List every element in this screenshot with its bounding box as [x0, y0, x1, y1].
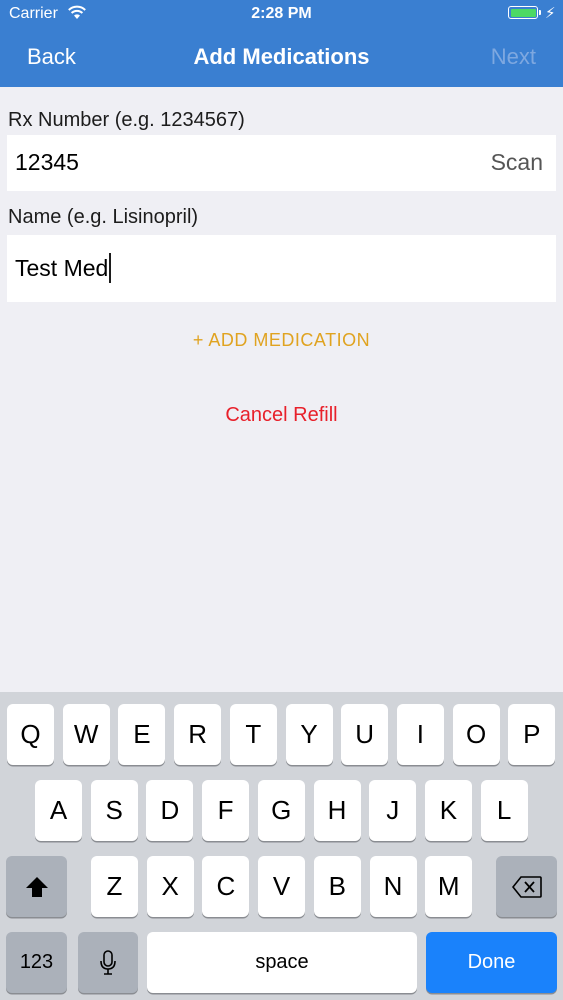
backspace-key[interactable]: [496, 856, 557, 917]
navigation-bar: Carrier 2:28 PM ⚡︎ Back Add Medications …: [0, 0, 563, 87]
key-s[interactable]: S: [90, 780, 138, 841]
delete-backward-icon: [511, 875, 542, 898]
key-b[interactable]: B: [313, 856, 361, 917]
name-value: Test Med: [15, 255, 109, 282]
charging-bolt-icon: ⚡︎: [545, 5, 556, 22]
key-u[interactable]: U: [341, 704, 389, 765]
key-q[interactable]: Q: [7, 704, 54, 765]
next-button[interactable]: Next: [491, 44, 536, 70]
key-d[interactable]: D: [146, 780, 194, 841]
key-x[interactable]: X: [146, 856, 194, 917]
key-z[interactable]: Z: [91, 856, 138, 917]
key-p[interactable]: P: [508, 704, 556, 765]
microphone-icon: [100, 949, 116, 975]
space-key[interactable]: space: [147, 932, 417, 993]
key-h[interactable]: H: [313, 780, 361, 841]
key-t[interactable]: T: [229, 704, 277, 765]
key-a[interactable]: A: [35, 780, 82, 841]
key-l[interactable]: L: [480, 780, 528, 841]
key-k[interactable]: K: [424, 780, 472, 841]
keyboard: QWERTYUIOP ASDFGHJKL ZXCVBNM 123 space D…: [0, 692, 563, 1000]
key-n[interactable]: N: [369, 856, 417, 917]
rx-number-field[interactable]: 12345 Scan: [7, 135, 556, 191]
battery-icon: [508, 6, 541, 19]
shift-key[interactable]: [6, 856, 67, 917]
done-key[interactable]: Done: [426, 932, 557, 993]
key-y[interactable]: Y: [285, 704, 333, 765]
key-w[interactable]: W: [62, 704, 110, 765]
numbers-key[interactable]: 123: [6, 932, 67, 993]
name-label: Name (e.g. Lisinopril): [8, 206, 199, 228]
key-j[interactable]: J: [369, 780, 417, 841]
key-m[interactable]: M: [425, 856, 473, 917]
shift-icon: [25, 876, 48, 897]
rx-number-label: Rx Number (e.g. 1234567): [8, 109, 245, 131]
clock: 2:28 PM: [251, 5, 312, 22]
key-i[interactable]: I: [396, 704, 444, 765]
page-title: Add Medications: [193, 44, 370, 69]
key-c[interactable]: C: [202, 856, 250, 917]
name-field[interactable]: Test Med: [7, 235, 556, 302]
key-g[interactable]: G: [257, 780, 305, 841]
rx-number-value: 12345: [15, 149, 79, 175]
key-o[interactable]: O: [452, 704, 500, 765]
scan-button[interactable]: Scan: [491, 149, 543, 176]
add-medication-button[interactable]: + ADD MEDICATION: [0, 330, 563, 351]
key-v[interactable]: V: [258, 856, 306, 917]
status-bar: Carrier 2:28 PM ⚡︎: [0, 0, 563, 28]
dictation-key[interactable]: [78, 932, 138, 993]
cancel-refill-button[interactable]: Cancel Refill: [0, 404, 563, 427]
key-f[interactable]: F: [202, 780, 250, 841]
text-cursor: [109, 253, 112, 283]
key-e[interactable]: E: [118, 704, 166, 765]
key-r[interactable]: R: [174, 704, 222, 765]
